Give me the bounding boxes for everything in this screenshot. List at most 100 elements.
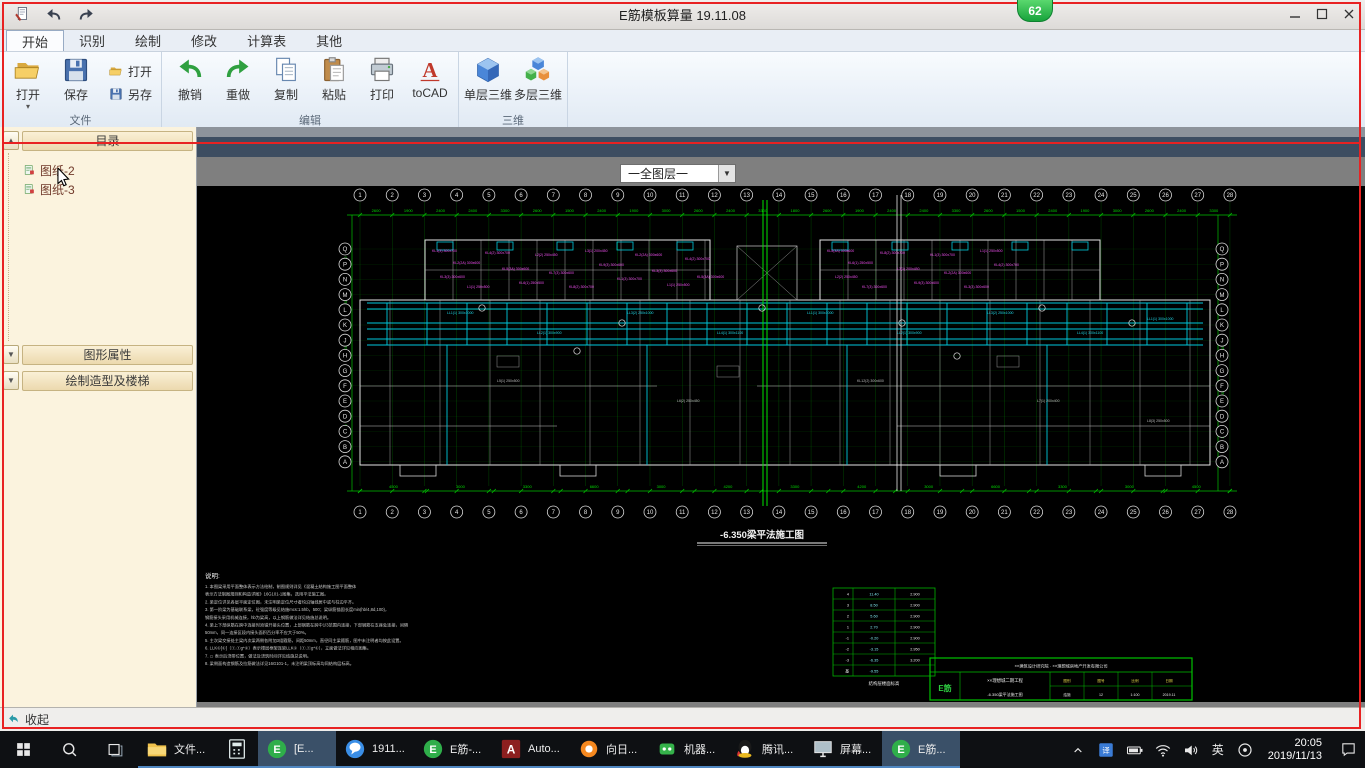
ribbon-button-multi-3d[interactable]: 多层三维 (514, 53, 562, 111)
svg-text:C: C (343, 430, 348, 436)
taskbar-search[interactable] (46, 731, 92, 768)
layer-dropdown[interactable]: 一全图层一 ▼ (620, 164, 736, 183)
taskbar-autocad[interactable]: A Auto... (492, 731, 570, 768)
panel-title-catalog[interactable]: 目录 (22, 130, 193, 151)
collapse-panel-button[interactable]: ▲ (3, 131, 19, 150)
svg-text:J: J (1221, 338, 1224, 344)
svg-text:LL4(1) 300x1100: LL4(1) 300x1100 (717, 331, 743, 335)
close-button[interactable] (1337, 4, 1361, 24)
calc-icon (226, 738, 248, 760)
clock[interactable]: 20:05 2019/11/13 (1259, 737, 1331, 763)
svg-text:K: K (1220, 323, 1224, 329)
svg-text:28: 28 (1227, 510, 1234, 516)
ribbon-tab-draw[interactable]: 绘制 (120, 30, 176, 51)
svg-text:27: 27 (1194, 193, 1201, 199)
svg-text:2.900: 2.900 (910, 637, 920, 641)
ribbon-button-save-as[interactable]: 另存 (105, 84, 156, 104)
taskbar-robot[interactable]: 机器... (648, 731, 726, 768)
taskbar-sunflower-remote[interactable]: 向日... (570, 731, 648, 768)
panel-title-modeling[interactable]: 绘制造型及楼梯 (22, 370, 193, 391)
svg-text:KL8(2) 300x700: KL8(2) 300x700 (880, 251, 905, 255)
svg-text:2400: 2400 (436, 208, 446, 213)
svg-text:K: K (343, 323, 347, 329)
tray-chevron-icon[interactable] (1065, 731, 1091, 768)
taskbar-file-explorer[interactable]: 文件... (138, 731, 216, 768)
svg-text:D: D (343, 414, 348, 420)
svg-text:-6.350梁平法施工图: -6.350梁平法施工图 (987, 691, 1022, 697)
svg-text:2.900: 2.900 (910, 626, 920, 630)
svg-text:2400: 2400 (1048, 208, 1058, 213)
ribbon-button-copy[interactable]: 复制 (263, 53, 309, 111)
ime-indicator[interactable]: 英 (1205, 731, 1231, 768)
svg-text:11.40: 11.40 (869, 593, 878, 597)
ribbon-button-undo[interactable]: 撤销 (167, 53, 213, 111)
minimize-button[interactable] (1283, 4, 1307, 24)
taskbar-item-label: 向日... (606, 743, 638, 756)
battery-icon[interactable] (1121, 731, 1149, 768)
tree-item-drawing-3[interactable]: 图纸-3 (23, 180, 196, 199)
taskbar-tim-1911[interactable]: 1911... (336, 731, 414, 768)
volume-icon[interactable] (1177, 731, 1205, 768)
ribbon-tab-recognize[interactable]: 识别 (64, 30, 120, 51)
action-center-icon[interactable] (1331, 731, 1365, 768)
network-icon[interactable] (1149, 731, 1177, 768)
taskbar-screen-recorder[interactable]: 屏幕... (804, 731, 882, 768)
ribbon-tab-start[interactable]: 开始 (6, 30, 65, 51)
expand-panel-button[interactable]: ▼ (3, 345, 19, 364)
svg-text:E: E (897, 744, 904, 756)
svg-text:LL2(1) 300x900: LL2(1) 300x900 (897, 331, 922, 335)
taskbar-ejin-window-3[interactable]: E E筋... (882, 731, 960, 768)
ribbon-button-save[interactable]: 保存 (53, 53, 99, 111)
recording-timer-badge: 62 (1017, 0, 1053, 22)
undo-icon (176, 56, 204, 84)
taskbar-start[interactable] (0, 731, 46, 768)
system-tray: 译 英 20:05 2019/11/13 (1065, 731, 1365, 768)
svg-text:KL4(2) 300x700: KL4(2) 300x700 (685, 257, 710, 261)
ribbon-button-print[interactable]: 打印 (359, 53, 405, 111)
robot-icon (656, 738, 678, 760)
tree-item-drawing-2[interactable]: 图纸-2 (23, 161, 196, 180)
ribbon-button-open-small[interactable]: 打开 (105, 61, 156, 81)
panel-title-properties[interactable]: 图形属性 (22, 344, 193, 365)
dropdown-arrow-icon: ▾ (25, 102, 30, 111)
cad-canvas[interactable]: 2600 1900 2400 2400 3300 2600 1500 2400 1900 3000… (197, 186, 1365, 702)
clock-time: 20:05 (1294, 736, 1322, 749)
taskbar-calculator[interactable] (216, 731, 258, 768)
tray-app-icon[interactable]: 译 (1091, 731, 1121, 768)
new-file-button[interactable] (10, 4, 34, 26)
ejin-icon: E (266, 738, 288, 760)
collapse-label[interactable]: 收起 (25, 711, 49, 728)
ribbon-tab-calc-table[interactable]: 计算表 (232, 30, 301, 51)
ribbon-group-edit: 撤销 重做 复制 粘贴 打印 AtoCAD 编辑 (162, 52, 460, 127)
svg-text:6. LLK①[①]（①.①g*①）表示楼层框架连梁LLK①: 6. LLK①[①]（①.①g*①）表示楼层框架连梁LLK①（①.①g*①），立… (205, 645, 371, 652)
minimize-icon (1290, 16, 1300, 18)
ribbon-button-label: 打开 (15, 88, 40, 102)
svg-text:3000: 3000 (1113, 208, 1123, 213)
undo-quick-button[interactable] (42, 4, 66, 26)
ribbon-button-open[interactable]: 打开 ▾ (5, 53, 51, 111)
svg-text:3300: 3300 (790, 484, 800, 489)
svg-text:L2(2) 250x450: L2(2) 250x450 (835, 275, 858, 279)
taskbar-ejin-window-2[interactable]: E E筋-... (414, 731, 492, 768)
taskbar-tencent[interactable]: 腾讯... (726, 731, 804, 768)
taskbar-ejin-window-1[interactable]: E [E... (258, 731, 336, 768)
svg-text:2400: 2400 (887, 208, 897, 213)
svg-text:钢筋接头采用机械连接，hb为梁高，以上钢筋做法详见结施总说明: 钢筋接头采用机械连接，hb为梁高，以上钢筋做法详见结施总说明。 (205, 614, 331, 621)
expand-panel-button[interactable]: ▼ (3, 371, 19, 390)
ribbon-button-tocad[interactable]: AtoCAD (407, 53, 453, 111)
svg-text:5.60: 5.60 (870, 615, 877, 619)
ribbon-button-redo[interactable]: 重做 (215, 53, 261, 111)
taskbar-task-view[interactable] (92, 731, 138, 768)
ribbon-button-single-3d[interactable]: 单层三维 (464, 53, 512, 111)
svg-text:19: 19 (937, 193, 944, 199)
redo-quick-button[interactable] (74, 4, 98, 26)
ribbon-button-paste[interactable]: 粘贴 (311, 53, 357, 111)
maximize-button[interactable] (1310, 4, 1334, 24)
ribbon-tab-other[interactable]: 其他 (301, 30, 357, 51)
tray-search-icon[interactable] (1231, 731, 1259, 768)
svg-text:M: M (1220, 293, 1225, 299)
ribbon-tab-modify[interactable]: 修改 (176, 30, 232, 51)
sheet-icon (23, 164, 36, 177)
sidebar: ▲ 目录 图纸-2 图纸-3 ▼ 图形属性 ▼ 绘制造型及楼梯 (0, 127, 197, 707)
svg-text:LL1(1) 300x1000: LL1(1) 300x1000 (1147, 317, 1174, 321)
